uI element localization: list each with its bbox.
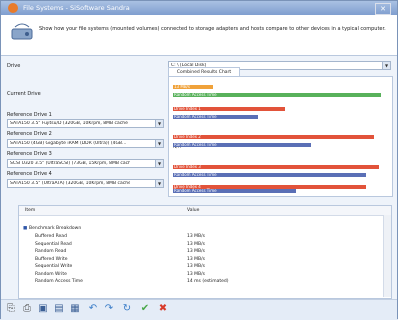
chart-bar-label: Random Access Time — [174, 92, 217, 97]
reference-drive-1-value: SATA150 3.5" Fujitsu/D (320GB, 10Krpm, 8… — [10, 121, 128, 126]
reference-drive-1-label: Reference Drive 1 — [7, 112, 52, 118]
table-row-value: 13 MB/s — [187, 249, 205, 254]
bottom-toolbar: ⎘ ⎙ ▣ ▤ ▦ ↶ ↷ ↻ ✔ ✖ — [1, 299, 397, 320]
refresh-icon[interactable]: ↻ — [121, 303, 133, 315]
reference-drive-4-value: SATA150 3.5" (UltraATA) (320GB, 10Krpm, … — [10, 181, 130, 186]
chart-bar-label: Random Access Time — [174, 114, 217, 119]
table-group-label: Benchmark Breakdown — [29, 226, 82, 231]
table-row-value: 13 MB/s — [187, 271, 205, 277]
results-table: Item Value ■ Benchmark Breakdown Buffere… — [18, 205, 392, 299]
close-button[interactable]: ✕ — [375, 3, 391, 15]
chart-bar — [173, 135, 374, 139]
forward-icon[interactable]: ↷ — [103, 303, 115, 315]
hard-drive-icon — [11, 23, 33, 40]
window-title: File Systems - SiSoftware Sandra — [23, 4, 130, 12]
drive-label: Drive — [7, 63, 21, 69]
chart-bar-label: Drive Index 2 — [174, 134, 201, 139]
chevron-down-icon[interactable]: ▼ — [155, 140, 163, 147]
table-row-item[interactable]: Sequential Read — [35, 242, 72, 247]
chevron-down-icon[interactable]: ▼ — [382, 62, 390, 69]
column-header-value[interactable]: Value — [187, 208, 199, 213]
table-row-item[interactable]: Random Access Time — [35, 279, 83, 284]
table-row-value: 13 MB/s — [187, 241, 205, 247]
reference-drive-1-select[interactable]: SATA150 3.5" Fujitsu/D (320GB, 10Krpm, 8… — [7, 119, 164, 128]
chart-bar-label: Random Access Time — [174, 188, 217, 193]
back-icon[interactable]: ↶ — [87, 303, 99, 315]
copy-icon[interactable]: ⎘ — [5, 303, 17, 315]
reference-drive-4-select[interactable]: SATA150 3.5" (UltraATA) (320GB, 10Krpm, … — [7, 179, 164, 188]
table-row-item[interactable]: Sequential Write — [35, 264, 72, 269]
reference-drive-4-label: Reference Drive 4 — [7, 171, 52, 177]
info-header: Show how your file systems (mounted volu… — [1, 15, 397, 56]
chevron-down-icon[interactable]: ▼ — [155, 160, 163, 167]
chart-bar — [173, 165, 379, 169]
reference-drive-2-label: Reference Drive 2 — [7, 131, 52, 137]
chevron-down-icon[interactable]: ▼ — [155, 180, 163, 187]
application-window: File Systems - SiSoftware Sandra ✕ Show … — [0, 0, 398, 320]
table-scrollbar[interactable] — [383, 215, 391, 297]
options-icon[interactable]: ▦ — [69, 303, 81, 315]
group-icon: ■ — [23, 226, 28, 231]
print-icon[interactable]: ⎙ — [21, 303, 33, 315]
app-icon — [8, 3, 18, 13]
reference-drive-2-value: SATA150 (4GB) Gigabyte iRAM (DDR (Ultra)… — [10, 141, 127, 146]
chart-bar-label: Random Access Time — [174, 142, 217, 147]
table-row-value: 14 ms (estimated) — [187, 279, 229, 284]
reference-drive-3-select[interactable]: SCSI U320 3.5" (UltraSCSI) (73GB, 15Krpm… — [7, 159, 164, 168]
chart-bar-label: 13 MB/s — [174, 84, 190, 89]
save-icon[interactable]: ▣ — [37, 303, 49, 315]
header-description: Show how your file systems (mounted volu… — [39, 26, 386, 32]
report-icon[interactable]: ▤ — [53, 303, 65, 315]
combined-results-chart: N/A 13 MB/s Random Access Time Drive Index… — [168, 76, 393, 197]
table-row-value: 13 MB/s — [187, 264, 205, 269]
chart-bar-label: Drive Index 3 — [174, 164, 201, 169]
table-row-value: 13 MB/s — [187, 234, 205, 239]
current-drive-label: Current Drive — [7, 91, 41, 97]
table-row-item[interactable]: Random Read — [35, 249, 66, 254]
table-row-item[interactable]: Random Write — [35, 272, 67, 277]
chart-bar-label: Drive Index 1 — [174, 106, 201, 111]
chevron-down-icon[interactable]: ▼ — [155, 120, 163, 127]
reference-drive-3-label: Reference Drive 3 — [7, 151, 52, 157]
reference-drive-2-select[interactable]: SATA150 (4GB) Gigabyte iRAM (DDR (Ultra)… — [7, 139, 164, 148]
table-row-item[interactable]: Buffered Read — [35, 234, 67, 239]
table-row-value: 13 MB/s — [187, 256, 205, 262]
chart-bar-label: Random Access Time — [174, 172, 217, 177]
column-header-item[interactable]: Item — [25, 208, 35, 213]
ok-check-icon[interactable]: ✔ — [139, 303, 151, 315]
table-header: Item Value — [19, 206, 391, 216]
cancel-x-icon[interactable]: ✖ — [157, 303, 169, 315]
reference-drive-3-value: SCSI U320 3.5" (UltraSCSI) (73GB, 15Krpm… — [10, 161, 130, 166]
title-bar: File Systems - SiSoftware Sandra ✕ — [1, 1, 397, 15]
table-row-item[interactable]: Buffered Write — [35, 257, 68, 262]
